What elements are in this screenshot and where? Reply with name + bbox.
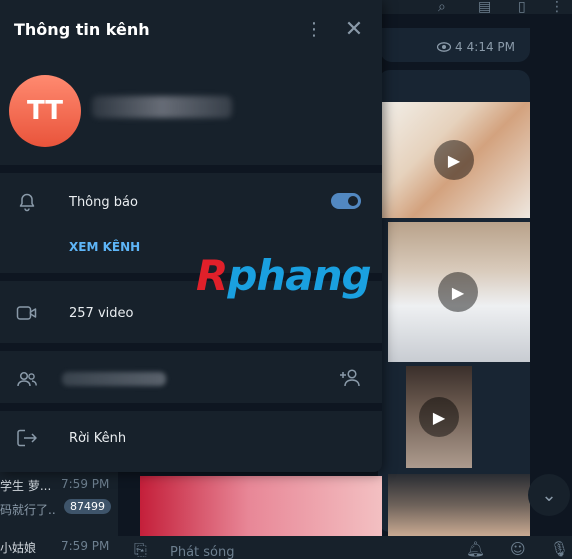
channel-name-redacted [92, 96, 232, 118]
video-thumbnail[interactable]: ▶ [388, 222, 530, 362]
subscribers-icon [16, 368, 38, 390]
avatar: TT [9, 75, 81, 147]
chat-name: 学生 萝... [0, 479, 52, 493]
play-icon[interactable]: ▶ [419, 397, 459, 437]
chat-time: 7:59 PM [61, 477, 110, 491]
list-item[interactable]: 码就行了... 87499 [0, 497, 118, 521]
chat-time: 7:59 PM [61, 539, 110, 553]
message-composer: ⎘ Phát sóng 🔔︎ ☺ 🎙︎ [118, 536, 572, 559]
play-icon[interactable]: ▶ [438, 272, 478, 312]
sidebar-toggle-icon[interactable]: ▯ [518, 0, 526, 14]
video-count[interactable]: 257 video [69, 306, 133, 321]
poll-icon[interactable]: ▤ [478, 0, 491, 14]
search-icon[interactable]: ⌕ [438, 0, 446, 14]
leave-channel-button[interactable]: Rời Kênh [69, 431, 126, 446]
video-thumbnail[interactable] [140, 476, 382, 536]
eye-icon [437, 42, 451, 52]
telegram-window: ⌕ ▤ ▯ ⋮ 4 4:14 PM ▶ ▶ ▶ ⌄ 学生 萝... 7:59 P… [0, 0, 572, 559]
play-icon[interactable]: ▶ [434, 140, 474, 180]
attach-icon[interactable]: ⎘ [134, 540, 147, 559]
notifications-label: Thông báo [69, 195, 138, 210]
more-options-icon[interactable]: ⋮ [304, 18, 324, 42]
more-icon[interactable]: ⋮ [550, 0, 564, 14]
unread-badge: 87499 [64, 499, 111, 514]
channel-info-panel: Thông tin kênh ⋮ ✕ TT Thông báo XEM KÊNH… [0, 0, 382, 472]
divider [0, 403, 382, 411]
chat-list: 学生 萝... 7:59 PM 码就行了... 87499 小姑娘 7:59 P… [0, 471, 118, 559]
video-thumbnail[interactable]: ▶ [406, 366, 472, 468]
scroll-down-button[interactable]: ⌄ [528, 474, 570, 516]
microphone-icon[interactable]: 🎙︎ [550, 540, 569, 558]
video-icon [16, 302, 38, 324]
toggle-knob [346, 194, 360, 208]
emoji-icon[interactable]: ☺ [510, 540, 526, 558]
video-thumbnail[interactable] [388, 474, 530, 536]
watermark-r: R [196, 251, 228, 300]
chat-name: 小姑娘 [0, 541, 37, 555]
divider [0, 165, 382, 173]
close-icon[interactable]: ✕ [342, 18, 366, 42]
video-thumbnail[interactable]: ▶ [382, 102, 530, 218]
list-item[interactable]: 学生 萝... 7:59 PM [0, 473, 118, 497]
message-meta: 4 4:14 PM [437, 40, 515, 54]
composer-input[interactable]: Phát sóng [170, 545, 235, 559]
panel-title: Thông tin kênh [14, 20, 150, 39]
watermark-logo: Rphang [196, 251, 372, 300]
views-count: 4 [455, 40, 463, 54]
bell-icon[interactable]: 🔔︎ [466, 540, 485, 558]
divider [0, 343, 382, 351]
watermark-rest: phang [227, 251, 371, 300]
chat-preview: 码就行了... [0, 503, 56, 517]
notifications-toggle[interactable] [331, 193, 361, 209]
subscribers-redacted [62, 372, 166, 386]
add-user-icon[interactable] [338, 366, 362, 390]
message-time: 4:14 PM [466, 40, 515, 54]
view-channel-link[interactable]: XEM KÊNH [69, 240, 140, 254]
avatar-initials: TT [26, 96, 64, 126]
leave-icon[interactable] [16, 427, 38, 449]
list-item[interactable]: 小姑娘 7:59 PM [0, 535, 118, 559]
bell-icon [16, 191, 38, 213]
